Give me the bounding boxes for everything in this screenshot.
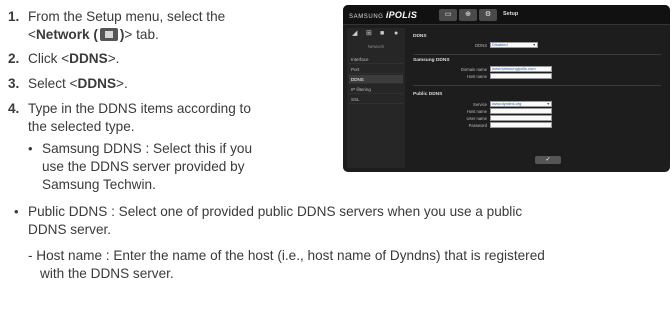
bullet-line: DDNS server. [28,222,112,237]
step-number: 3. [8,76,20,91]
network-icon[interactable]: ⊞ [366,30,373,37]
sidebar-item-ddns[interactable]: DDNS [349,75,403,84]
apply-button[interactable]: ✓ [535,156,561,164]
bullet-line: Public DDNS : Select one of provided pub… [28,204,523,219]
event-icon[interactable]: ■ [380,30,387,37]
chevron-down-icon: ▼ [532,43,536,47]
public-host-name-field[interactable] [490,108,552,114]
top-bar: SAMSUNG iPOLiS ▭ ⊕ ⚙ Setup [343,5,670,25]
sidebar-item-ip-filtering[interactable]: IP filtering [349,85,403,94]
step-number: 4. [8,101,20,116]
ddns-select[interactable]: Disabled ▼ [490,42,538,48]
field-label: Host name [466,109,487,114]
network-tab-label: Network ( [35,27,98,42]
step-number: 2. [8,51,20,66]
section-title-samsung-ddns: Samsung DDNS [413,58,450,63]
field-label: DDNS [475,43,487,48]
sidebar: ◢ ⊞ ■ ● Network Interface Port DDNS IP f… [347,28,405,168]
divider [413,85,661,86]
bullet-line: Samsung Techwin. [42,177,156,192]
ddns-label: DDNS [77,76,117,91]
sidebar-item-port[interactable]: Port [349,65,403,74]
samsung-host-name-field[interactable] [490,73,552,79]
video-icon[interactable]: ◢ [352,30,359,37]
divider [413,54,661,55]
bullet-dot: • [14,204,19,219]
sidebar-item-interface[interactable]: Interface [349,55,403,64]
setup-screenshot: SAMSUNG iPOLiS ▭ ⊕ ⚙ Setup ◢ ⊞ ■ ● Netwo… [343,5,670,172]
ipolis-logo: SAMSUNG iPOLiS [349,10,418,20]
system-icon[interactable]: ● [394,30,401,37]
user-name-field[interactable] [490,115,552,121]
section-title-public-ddns: Public DDNS [413,92,443,97]
chevron-down-icon: ▼ [546,102,550,106]
field-label: Password [468,123,487,128]
ddns-label: DDNS [69,51,108,66]
sidebar-icon-row: ◢ ⊞ ■ ● [347,28,405,40]
step-number: 1. [8,9,20,24]
monitor-icon[interactable]: ▭ [439,9,457,21]
step-text: Type in the DDNS items according to [28,101,251,116]
ddns-settings: DDNS DDNS Disabled ▼ Samsung DDNS Domain … [409,28,665,168]
service-select[interactable]: www.dyndns.org ▼ [490,101,552,107]
field-label: Domain name [460,67,487,72]
sidebar-item-ssl[interactable]: SSL [349,95,403,104]
field-label: Host name [466,74,487,79]
page-title: Setup [503,11,519,17]
bullet-line: use the DDNS server provided by [42,159,245,174]
step-text: From the Setup menu, select the [28,9,226,24]
domain-name-field[interactable]: www.samsungipolis.com [490,66,552,72]
host-name-note: - Host name : Enter the name of the host… [28,248,545,263]
field-label: User name [466,116,487,121]
bullet-line: Samsung DDNS : Select this if you [42,141,253,156]
field-label: Service [473,102,487,107]
section-title-ddns: DDNS [413,34,427,39]
network-tab-icon [99,28,118,41]
gear-icon[interactable]: ⚙ [479,9,497,21]
search-icon[interactable]: ⊕ [459,9,477,21]
password-field[interactable] [490,122,552,128]
host-name-note-line-2: with the DDNS server. [40,266,174,281]
bullet-dot: • [28,141,33,156]
sidebar-title: Network [367,44,385,49]
